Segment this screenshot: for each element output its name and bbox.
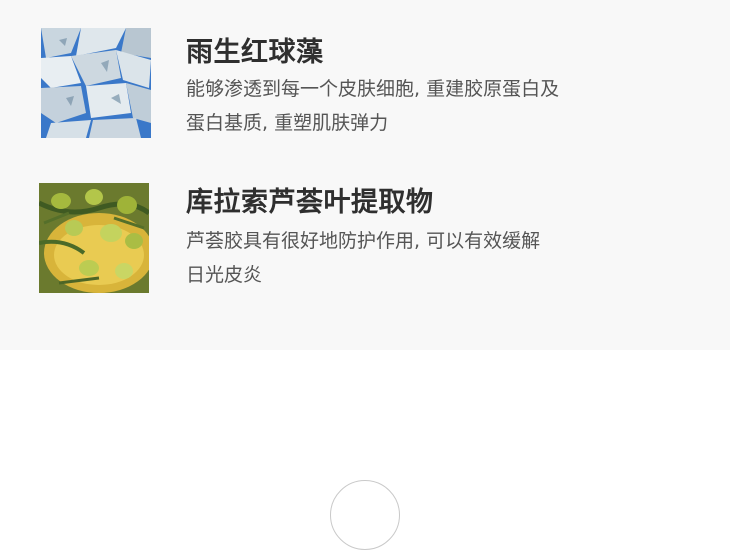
description-line: 蛋白基质, 重塑肌肤弹力 bbox=[186, 112, 389, 134]
ingredient-description: 芦荟胶具有很好地防护作用, 可以有效缓解 日光皮炎 bbox=[186, 224, 540, 292]
ingredient-panel: 雨生红球藻 能够渗透到每一个皮肤细胞, 重建胶原蛋白及 蛋白基质, 重塑肌肤弹力 bbox=[0, 0, 730, 350]
ingredient-title: 库拉索芦荟叶提取物 bbox=[186, 187, 434, 218]
scroll-circle-icon[interactable] bbox=[330, 480, 400, 550]
ingredient-title: 雨生红球藻 bbox=[186, 37, 324, 68]
algae-crystal-image bbox=[41, 28, 151, 138]
description-line: 日光皮炎 bbox=[186, 264, 263, 286]
olive-oil-image bbox=[39, 183, 149, 293]
description-line: 芦荟胶具有很好地防护作用, 可以有效缓解 bbox=[186, 230, 541, 252]
description-line: 能够渗透到每一个皮肤细胞, 重建胶原蛋白及 bbox=[186, 78, 560, 100]
ingredient-description: 能够渗透到每一个皮肤细胞, 重建胶原蛋白及 蛋白基质, 重塑肌肤弹力 bbox=[186, 72, 559, 140]
